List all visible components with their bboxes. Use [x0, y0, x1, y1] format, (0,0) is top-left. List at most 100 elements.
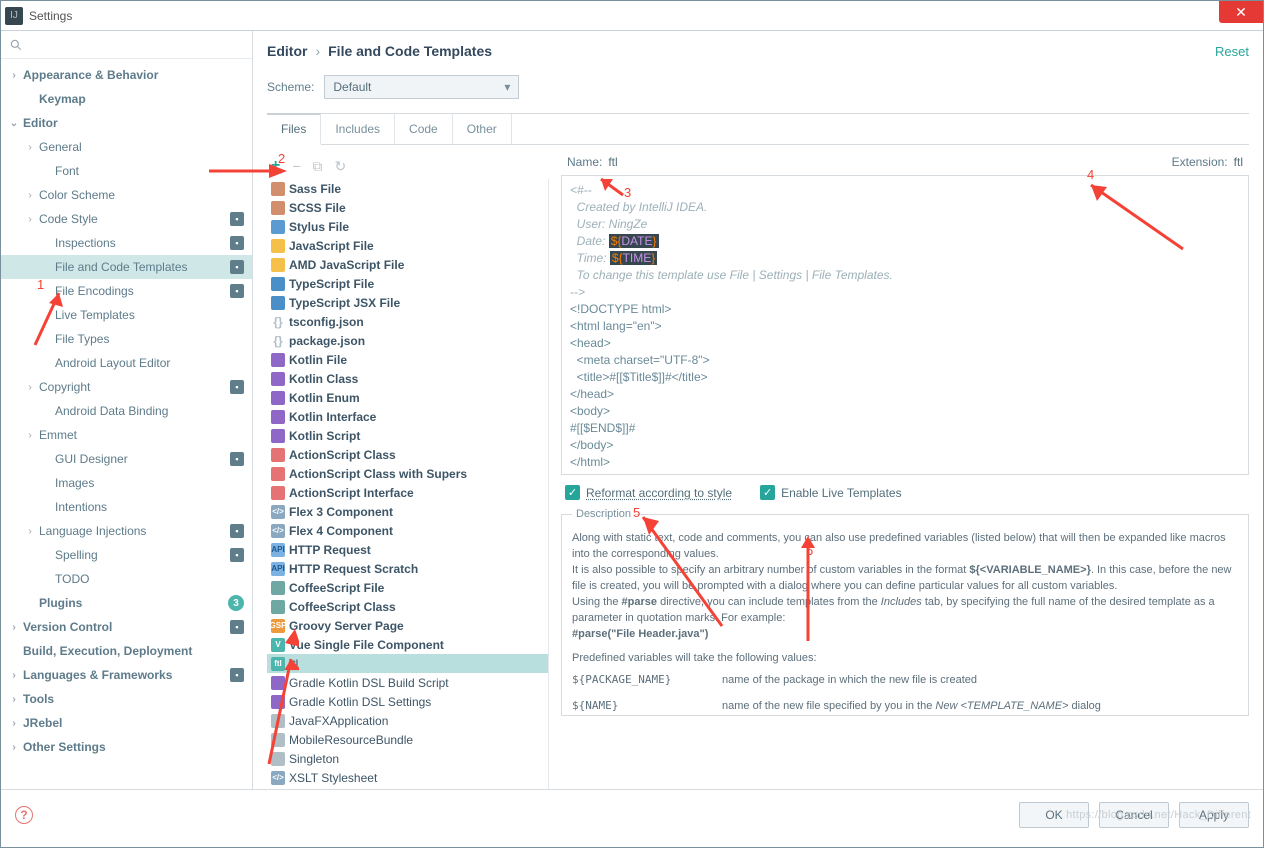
help-icon[interactable]: ?: [15, 806, 33, 824]
app-icon: IJ: [5, 7, 23, 25]
template-list-pane: + − ⧉ ↻ Sass FileSCSS FileStylus FileJav…: [267, 153, 549, 789]
tree-item[interactable]: ›Version Control▪: [1, 615, 252, 639]
template-row[interactable]: Singleton: [267, 749, 548, 768]
reset-link[interactable]: Reset: [1215, 44, 1249, 59]
watermark: https://blog.csdn.net/Hack_Different: [1066, 809, 1251, 821]
tree-item[interactable]: GUI Designer▪: [1, 447, 252, 471]
template-editor-pane: Name: ftl Extension: ftl <#-- Created by…: [561, 153, 1249, 789]
tree-item[interactable]: ⌄Editor: [1, 111, 252, 135]
template-row[interactable]: Gradle Kotlin DSL Settings: [267, 692, 548, 711]
template-tabs: FilesIncludesCodeOther: [267, 113, 1249, 145]
tree-item[interactable]: ›Other Settings: [1, 735, 252, 759]
remove-template-icon[interactable]: −: [292, 158, 300, 174]
template-row[interactable]: ftlftl: [267, 654, 548, 673]
template-row[interactable]: Sass File: [267, 179, 548, 198]
copy-template-icon[interactable]: ⧉: [313, 158, 323, 175]
scheme-label: Scheme:: [267, 80, 314, 94]
template-row[interactable]: Kotlin Class: [267, 369, 548, 388]
template-row[interactable]: CoffeeScript File: [267, 578, 548, 597]
template-row[interactable]: Stylus File: [267, 217, 548, 236]
tree-item[interactable]: Font: [1, 159, 252, 183]
title-bar: IJ Settings ✕: [1, 1, 1263, 31]
template-row[interactable]: ActionScript Interface: [267, 483, 548, 502]
close-button[interactable]: ✕: [1219, 1, 1263, 23]
breadcrumb-editor[interactable]: Editor: [267, 43, 307, 59]
template-row[interactable]: </>XSLT Stylesheet: [267, 768, 548, 787]
name-field[interactable]: ftl: [608, 155, 617, 169]
template-row[interactable]: ActionScript Class: [267, 445, 548, 464]
tree-item[interactable]: ›JRebel: [1, 711, 252, 735]
tree-item[interactable]: ›Languages & Frameworks▪: [1, 663, 252, 687]
tree-item[interactable]: ›Tools: [1, 687, 252, 711]
tab-files[interactable]: Files: [267, 113, 321, 145]
template-row[interactable]: Kotlin Enum: [267, 388, 548, 407]
template-row[interactable]: TypeScript JSX File: [267, 293, 548, 312]
tree-item[interactable]: File Types: [1, 327, 252, 351]
template-row[interactable]: CoffeeScript Class: [267, 597, 548, 616]
template-row[interactable]: </>Flex 3 Component: [267, 502, 548, 521]
template-row[interactable]: SCSS File: [267, 198, 548, 217]
tree-item[interactable]: Android Layout Editor: [1, 351, 252, 375]
extension-field[interactable]: ftl: [1234, 155, 1243, 169]
reformat-label: Reformat according to style: [586, 486, 732, 500]
template-row[interactable]: APIHTTP Request: [267, 540, 548, 559]
tree-item[interactable]: Build, Execution, Deployment: [1, 639, 252, 663]
description-box: Description Along with static text, code…: [561, 506, 1249, 716]
search-row: [1, 31, 252, 59]
tree-item[interactable]: File Encodings▪: [1, 279, 252, 303]
template-row[interactable]: APIHTTP Request Scratch: [267, 559, 548, 578]
options-row: ✓ Reformat according to style ✓ Enable L…: [561, 479, 1249, 506]
tree-item[interactable]: ›Emmet: [1, 423, 252, 447]
tree-item[interactable]: Keymap: [1, 87, 252, 111]
template-row[interactable]: ActionScript Class with Supers: [267, 464, 548, 483]
template-row[interactable]: AMD JavaScript File: [267, 255, 548, 274]
tree-item[interactable]: ›Language Injections▪: [1, 519, 252, 543]
tree-item[interactable]: Android Data Binding: [1, 399, 252, 423]
tree-item[interactable]: File and Code Templates▪: [1, 255, 252, 279]
template-row[interactable]: Kotlin Script: [267, 426, 548, 445]
template-row[interactable]: VVue Single File Component: [267, 635, 548, 654]
template-editor[interactable]: <#-- Created by IntelliJ IDEA. User: Nin…: [561, 175, 1249, 475]
name-label: Name:: [567, 155, 602, 169]
tree-item[interactable]: ›General: [1, 135, 252, 159]
scheme-select[interactable]: Default: [324, 75, 519, 99]
breadcrumb-current: File and Code Templates: [328, 43, 492, 59]
tree-item[interactable]: Plugins3: [1, 591, 252, 615]
tree-item[interactable]: Images: [1, 471, 252, 495]
template-row[interactable]: Kotlin File: [267, 350, 548, 369]
settings-content: Editor › File and Code Templates Reset S…: [253, 31, 1263, 789]
tree-item[interactable]: Spelling▪: [1, 543, 252, 567]
description-title: Description: [572, 506, 635, 522]
tab-other[interactable]: Other: [453, 114, 512, 144]
tree-item[interactable]: ›Code Style▪: [1, 207, 252, 231]
tree-item[interactable]: ›Appearance & Behavior: [1, 63, 252, 87]
template-row[interactable]: Gradle Kotlin DSL Build Script: [267, 673, 548, 692]
tree-item[interactable]: Live Templates: [1, 303, 252, 327]
template-row[interactable]: JavaFXApplication: [267, 711, 548, 730]
live-templates-label: Enable Live Templates: [781, 486, 902, 500]
tab-includes[interactable]: Includes: [321, 114, 395, 144]
template-row[interactable]: TypeScript File: [267, 274, 548, 293]
settings-sidebar: ›Appearance & BehaviorKeymap⌄Editor›Gene…: [1, 31, 253, 789]
template-row[interactable]: {}tsconfig.json: [267, 312, 548, 331]
template-row[interactable]: JavaScript File: [267, 236, 548, 255]
settings-tree[interactable]: ›Appearance & BehaviorKeymap⌄Editor›Gene…: [1, 59, 252, 789]
tree-item[interactable]: Inspections▪: [1, 231, 252, 255]
breadcrumb: Editor › File and Code Templates Reset: [267, 43, 1249, 59]
revert-icon[interactable]: ↻: [335, 158, 347, 175]
template-row[interactable]: </>Flex 4 Component: [267, 521, 548, 540]
window-title: Settings: [29, 9, 72, 23]
tab-code[interactable]: Code: [395, 114, 453, 144]
template-row[interactable]: Kotlin Interface: [267, 407, 548, 426]
template-row[interactable]: GSPGroovy Server Page: [267, 616, 548, 635]
tree-item[interactable]: TODO: [1, 567, 252, 591]
tree-item[interactable]: ›Copyright▪: [1, 375, 252, 399]
tree-item[interactable]: ›Color Scheme: [1, 183, 252, 207]
live-templates-checkbox[interactable]: ✓: [760, 485, 775, 500]
reformat-checkbox[interactable]: ✓: [565, 485, 580, 500]
tree-item[interactable]: Intentions: [1, 495, 252, 519]
template-row[interactable]: MobileResourceBundle: [267, 730, 548, 749]
template-row[interactable]: {}package.json: [267, 331, 548, 350]
add-template-icon[interactable]: +: [271, 157, 280, 175]
template-list[interactable]: Sass FileSCSS FileStylus FileJavaScript …: [267, 179, 549, 789]
